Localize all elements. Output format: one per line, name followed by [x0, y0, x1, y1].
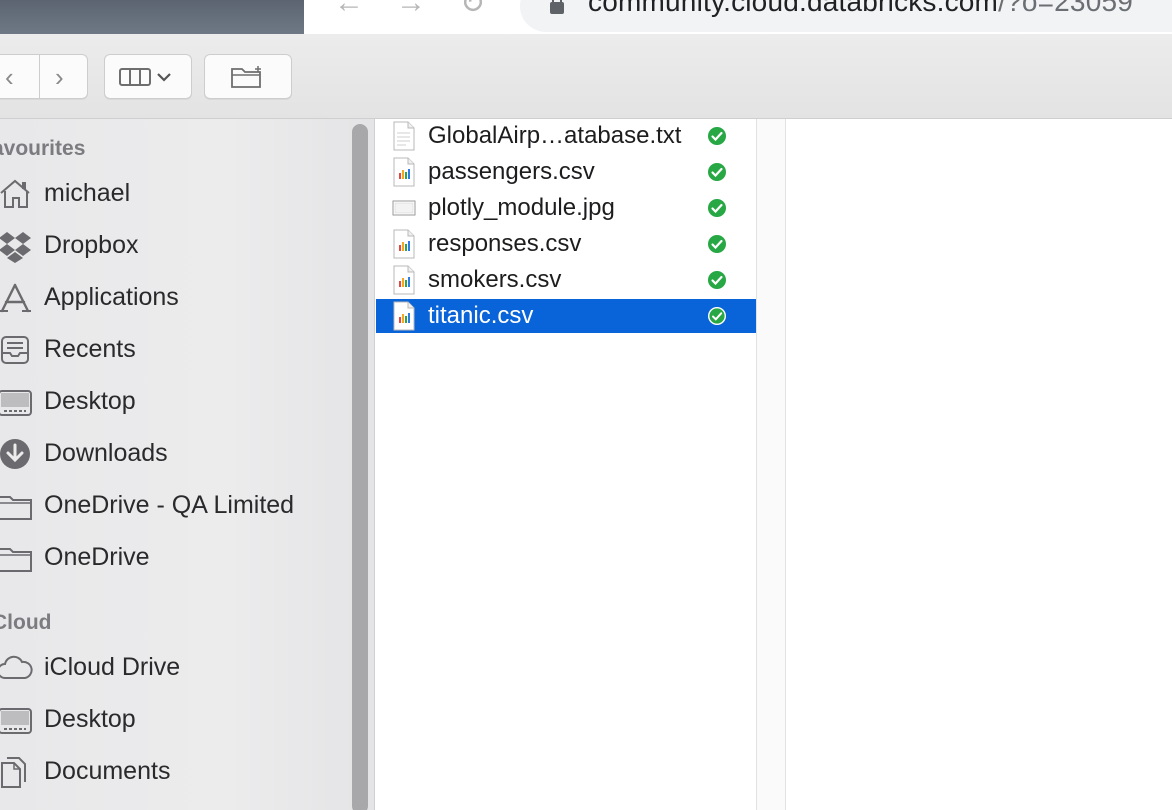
address-bar[interactable]: community.cloud.databricks.com/?o=23059 — [520, 0, 1172, 32]
sidebar-item-downloads[interactable]: Downloads — [0, 433, 350, 473]
folder-icon — [0, 548, 32, 572]
csv-file-icon — [393, 265, 415, 295]
address-bar-url: community.cloud.databricks.com/?o=23059 — [588, 0, 1134, 17]
file-name: GlobalAirp…atabase.txt — [428, 122, 682, 149]
browser-forward-icon[interactable]: → — [396, 0, 426, 20]
back-forward-group: ‹ › — [0, 54, 88, 99]
sidebar-item-label: Downloads — [44, 439, 168, 467]
desktop-background-strip — [0, 0, 304, 34]
sidebar-item-icloud-desktop[interactable]: Desktop — [0, 699, 350, 739]
text-file-icon — [393, 121, 415, 151]
file-row-smokers-csv[interactable]: smokers.csv — [376, 263, 756, 297]
synced-check-icon — [708, 235, 726, 253]
browser-toolbar: ← → ↻ community.cloud.databricks.com/?o=… — [304, 0, 1172, 34]
file-row-titanic-csv[interactable]: titanic.csv — [376, 299, 756, 333]
nav-separator — [39, 55, 40, 98]
forward-button[interactable]: › — [55, 64, 64, 90]
folder-icon — [0, 496, 32, 520]
synced-check-icon — [708, 127, 726, 145]
synced-check-icon — [708, 271, 726, 289]
new-folder-icon — [231, 65, 261, 88]
sidebar-item-icloud-drive[interactable]: iCloud Drive — [0, 647, 350, 687]
sidebar-item-label: Desktop — [44, 387, 136, 415]
desktop-icon — [0, 708, 32, 734]
recents-icon — [1, 336, 29, 364]
sidebar-item-onedrive-qa-limited[interactable]: OneDrive - QA Limited — [0, 485, 350, 525]
sidebar-item-label: Dropbox — [44, 231, 139, 259]
file-row-passengers-csv[interactable]: passengers.csv — [376, 155, 756, 189]
dropbox-icon — [0, 232, 31, 263]
preview-pane — [786, 119, 1172, 810]
sidebar-item-onedrive[interactable]: OneDrive — [0, 537, 350, 577]
browser-back-icon[interactable]: ← — [334, 0, 364, 20]
lock-icon — [550, 0, 564, 14]
browser-reload-icon[interactable]: ↻ — [460, 0, 485, 21]
sidebar-item-label: Applications — [44, 283, 179, 311]
sidebar-item-label: michael — [44, 179, 131, 207]
file-name: passengers.csv — [428, 158, 595, 185]
sidebar-scrollbar[interactable] — [352, 124, 368, 810]
finder-toolbar: ‹ › — [0, 34, 1172, 119]
file-row-responses-csv[interactable]: responses.csv — [376, 227, 756, 261]
sidebar-item-dropbox[interactable]: Dropbox — [0, 225, 350, 265]
sidebar-item-label: OneDrive - QA Limited — [44, 491, 295, 519]
file-name: smokers.csv — [428, 266, 562, 293]
icloud-section-header: Cloud — [0, 611, 52, 634]
csv-file-icon — [393, 229, 415, 259]
sidebar-item-michael[interactable]: michael — [0, 173, 350, 213]
csv-file-icon — [393, 157, 415, 187]
sidebar-item-label: Recents — [44, 335, 136, 363]
synced-check-icon — [708, 199, 726, 217]
back-button[interactable]: ‹ — [5, 64, 14, 90]
synced-check-icon — [708, 307, 726, 325]
column-resize-divider[interactable] — [756, 119, 786, 810]
file-row-globalairp-database-txt[interactable]: GlobalAirp…atabase.txt — [376, 119, 756, 153]
csv-file-icon — [393, 301, 415, 331]
sidebar-item-label: iCloud Drive — [44, 653, 181, 681]
sidebar-item-recents[interactable]: Recents — [0, 329, 350, 369]
sidebar-item-label: OneDrive — [44, 543, 150, 571]
home-icon — [0, 179, 30, 208]
documents-icon — [1, 757, 26, 788]
sidebar-item-desktop[interactable]: Desktop — [0, 381, 350, 421]
column-view-icon — [119, 67, 171, 86]
sidebar-item-documents[interactable]: Documents — [0, 751, 350, 791]
file-column: GlobalAirp…atabase.txt passengers.csv pl… — [376, 119, 756, 810]
file-name: plotly_module.jpg — [428, 194, 615, 221]
file-row-plotly-module-jpg[interactable]: plotly_module.jpg — [376, 191, 756, 225]
file-name: titanic.csv — [428, 302, 534, 329]
downloads-icon — [0, 439, 30, 469]
new-folder-button[interactable] — [204, 54, 292, 99]
view-mode-button[interactable] — [104, 54, 192, 99]
favourites-section-header: avourites — [0, 137, 86, 160]
desktop-icon — [0, 390, 32, 416]
sidebar-item-label: Desktop — [44, 705, 136, 733]
finder-sidebar: avourites michael Dropbox Applications R… — [0, 119, 375, 810]
sidebar-item-label: Documents — [44, 757, 171, 785]
file-name: responses.csv — [428, 230, 582, 257]
cloud-icon — [0, 655, 33, 679]
synced-check-icon — [708, 163, 726, 181]
applications-icon — [0, 283, 31, 313]
image-file-icon — [392, 200, 416, 216]
sidebar-item-applications[interactable]: Applications — [0, 277, 350, 317]
